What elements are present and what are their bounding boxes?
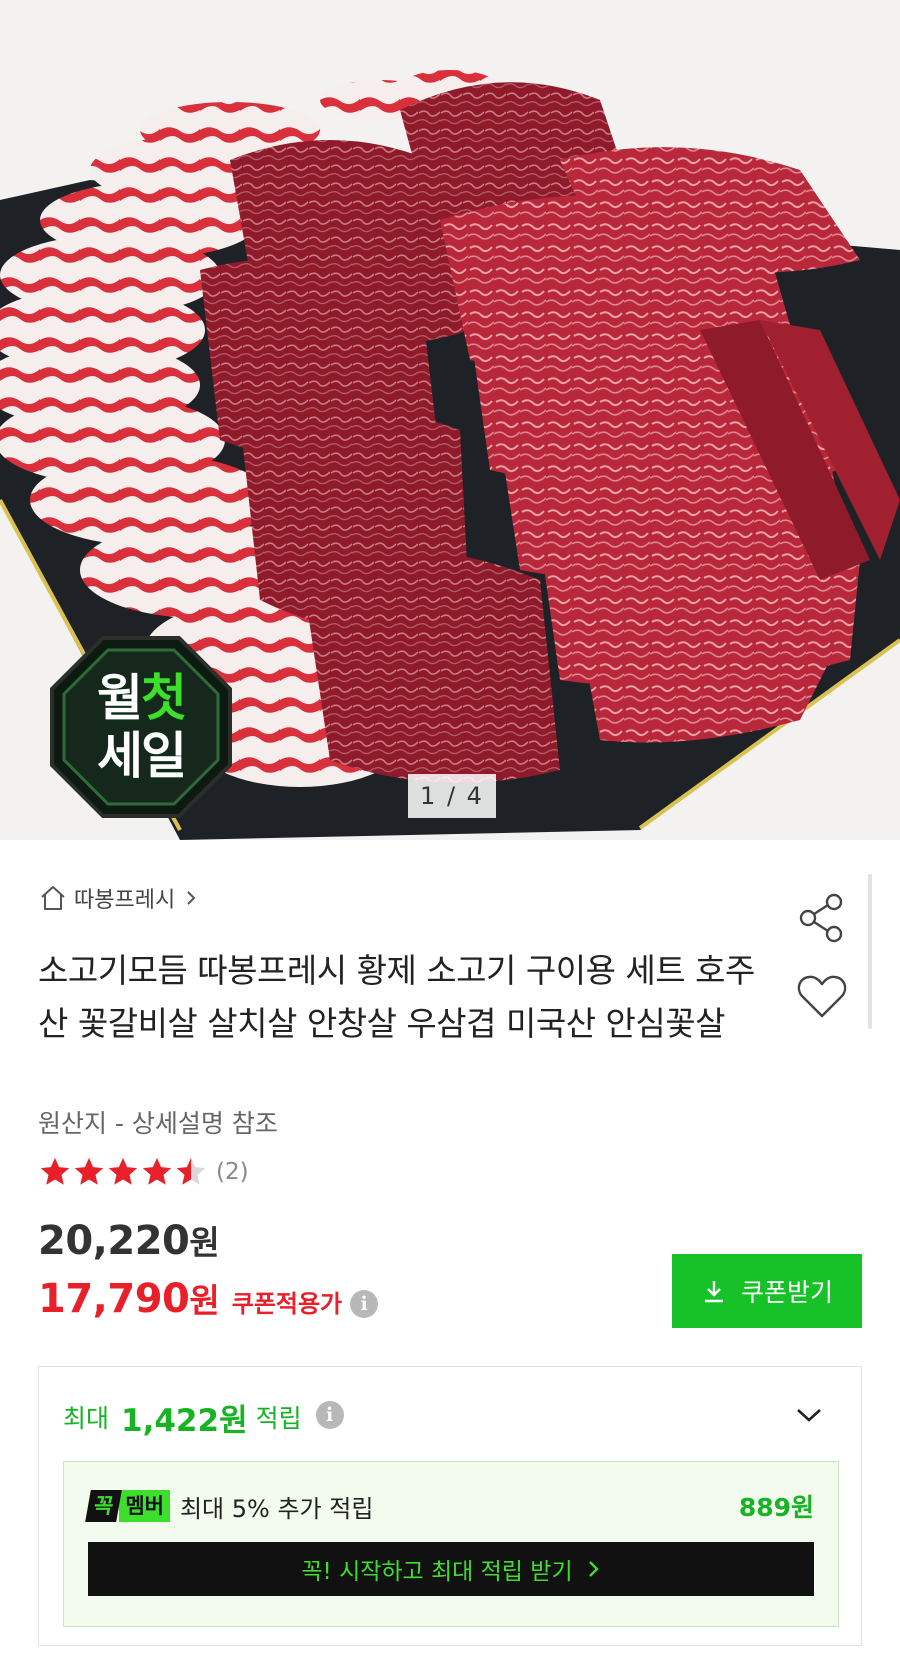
original-price-value: 20,220 bbox=[38, 1218, 190, 1264]
points-amount: 1,422원 bbox=[121, 1402, 248, 1439]
info-icon[interactable]: i bbox=[350, 1290, 379, 1318]
membership-badge-1: 꼭 bbox=[85, 1490, 123, 1522]
badge-text-1b: 첫 bbox=[141, 669, 187, 727]
points-suffix: 적립 bbox=[255, 1404, 302, 1433]
store-name: 따봉프레시 bbox=[74, 888, 176, 913]
promo-badge-text: 월첫 세일 bbox=[48, 634, 234, 820]
info-icon[interactable]: i bbox=[315, 1401, 344, 1429]
original-price: 20,220원 bbox=[38, 1216, 220, 1272]
chevron-right-icon bbox=[187, 891, 196, 905]
membership-cta-button[interactable]: 꼭! 시작하고 최대 적립 받기 bbox=[88, 1542, 814, 1596]
membership-badge: 꼭 멤버 bbox=[85, 1490, 170, 1522]
scrollbar[interactable] bbox=[868, 874, 872, 1029]
product-title: 소고기모듬 따봉프레시 황제 소고기 구이용 세트 호주산 꽃갈비살 살치살 안… bbox=[38, 951, 755, 1043]
home-icon bbox=[41, 886, 65, 910]
membership-cta-label: 꼭! 시작하고 최대 적립 받기 bbox=[301, 1559, 573, 1585]
membership-row: 꼭 멤버 최대 5% 추가 적립 889원 bbox=[85, 1486, 814, 1526]
store-link[interactable]: 따봉프레시 bbox=[38, 880, 197, 916]
review-count: (2) bbox=[216, 1159, 249, 1185]
sale-price-value: 17,790 bbox=[38, 1276, 190, 1322]
product-origin: 원산지 - 상세설명 참조 bbox=[38, 1109, 278, 1138]
currency-label: 원 bbox=[189, 1281, 220, 1320]
membership-box: 꼭 멤버 최대 5% 추가 적립 889원 꼭! 시작하고 최대 적립 받기 bbox=[63, 1461, 839, 1627]
badge-text-1a: 월 bbox=[97, 669, 143, 727]
points-summary: 최대 1,422원 적립 i bbox=[63, 1397, 344, 1439]
download-icon bbox=[704, 1281, 723, 1303]
star-icon bbox=[108, 1157, 138, 1185]
currency-label: 원 bbox=[189, 1223, 220, 1262]
points-prefix: 최대 bbox=[63, 1404, 110, 1433]
membership-badge-2: 멤버 bbox=[119, 1490, 170, 1522]
coupon-download-button[interactable]: 쿠폰받기 bbox=[672, 1254, 862, 1328]
sale-price: 17,790 원 쿠폰적용가 i bbox=[38, 1274, 379, 1330]
heart-icon[interactable] bbox=[796, 972, 848, 1020]
share-icon[interactable] bbox=[796, 892, 848, 944]
points-panel: 최대 1,422원 적립 i 꼭 멤버 최대 5% 추가 적립 889원 꼭! … bbox=[38, 1366, 862, 1646]
star-icon bbox=[40, 1157, 70, 1185]
image-pager: 1 / 4 bbox=[408, 774, 496, 818]
star-icon bbox=[142, 1157, 172, 1185]
membership-text: 최대 5% 추가 적립 bbox=[179, 1494, 374, 1523]
star-rating bbox=[38, 1155, 208, 1189]
coupon-button-label: 쿠폰받기 bbox=[740, 1278, 833, 1307]
badge-text-2: 세일 bbox=[97, 727, 187, 785]
star-half-icon bbox=[176, 1157, 206, 1185]
product-image[interactable]: 월첫 세일 1 / 4 bbox=[0, 0, 900, 840]
chevron-down-icon[interactable] bbox=[795, 1405, 823, 1425]
membership-bonus: 889원 bbox=[738, 1493, 814, 1522]
product-rating[interactable]: (2) bbox=[38, 1154, 249, 1190]
chevron-right-icon bbox=[588, 1561, 599, 1577]
star-icon bbox=[74, 1157, 104, 1185]
promo-badge: 월첫 세일 bbox=[48, 634, 234, 820]
coupon-price-label: 쿠폰적용가 bbox=[231, 1290, 343, 1318]
